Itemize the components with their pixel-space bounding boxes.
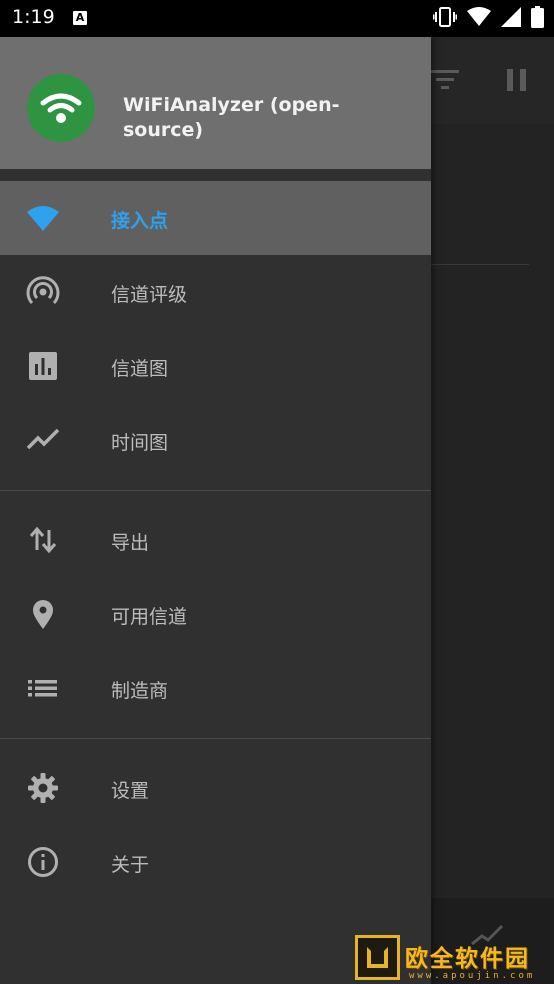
menu-item-channel-rating[interactable]: 信道评级 — [0, 255, 431, 329]
menu-label: 关于 — [111, 854, 150, 876]
bar-chart-icon — [26, 350, 60, 382]
status-time: 1:19 — [12, 6, 55, 28]
filter-icon[interactable] — [431, 68, 459, 96]
menu-item-vendors[interactable]: 制造商 — [0, 651, 431, 725]
location-pin-icon — [26, 598, 60, 630]
app-name: WiFiAnalyzer (open-source) — [123, 94, 340, 141]
radar-icon — [26, 276, 60, 308]
menu-label: 接入点 — [111, 210, 169, 232]
drawer-header: WiFiAnalyzer (open-source) — [0, 37, 431, 169]
watermark-text: 欧全软件园 — [405, 946, 530, 972]
drawer-menu: 接入点 信道评级 信道图 时间图 导出 可用信道 制造商 设置 关于 — [0, 181, 431, 899]
menu-label: 可用信道 — [111, 606, 188, 628]
menu-divider — [0, 738, 431, 739]
menu-label: 制造商 — [111, 680, 169, 702]
battery-icon — [531, 6, 544, 32]
swap-vertical-icon — [26, 524, 60, 556]
background-divider — [431, 264, 529, 265]
list-icon — [26, 672, 60, 704]
info-icon — [26, 846, 60, 878]
menu-label: 信道图 — [111, 358, 169, 380]
screen: 1:19 A WiFiAnalyzer (open-source) 接入点 信道… — [0, 0, 554, 984]
menu-label: 时间图 — [111, 432, 169, 454]
menu-item-settings[interactable]: 设置 — [0, 751, 431, 825]
menu-label: 信道评级 — [111, 284, 188, 306]
pause-icon[interactable] — [507, 69, 527, 95]
menu-item-access-points[interactable]: 接入点 — [0, 181, 431, 255]
watermark: 欧全软件园 www.apoujin.com — [355, 935, 554, 984]
menu-item-channel-graph[interactable]: 信道图 — [0, 329, 431, 403]
signal-icon — [501, 7, 521, 31]
menu-label: 设置 — [111, 780, 150, 802]
gear-icon — [26, 772, 60, 804]
watermark-url: www.apoujin.com — [409, 971, 536, 981]
watermark-logo-icon — [355, 935, 400, 980]
menu-divider — [0, 490, 431, 491]
notification-badge: A — [73, 11, 87, 25]
menu-item-about[interactable]: 关于 — [0, 825, 431, 899]
status-bar: 1:19 A — [0, 0, 554, 37]
wifi-icon — [26, 202, 60, 234]
navigation-drawer: WiFiAnalyzer (open-source) 接入点 信道评级 信道图 … — [0, 37, 431, 984]
menu-item-available-channels[interactable]: 可用信道 — [0, 577, 431, 651]
menu-item-time-graph[interactable]: 时间图 — [0, 403, 431, 477]
vibrate-icon — [432, 7, 458, 31]
wifi-icon — [467, 7, 491, 31]
status-icons — [432, 6, 544, 32]
menu-label: 导出 — [111, 532, 150, 554]
line-chart-icon — [26, 424, 60, 456]
wifi-logo-icon — [27, 74, 95, 142]
menu-item-export[interactable]: 导出 — [0, 503, 431, 577]
